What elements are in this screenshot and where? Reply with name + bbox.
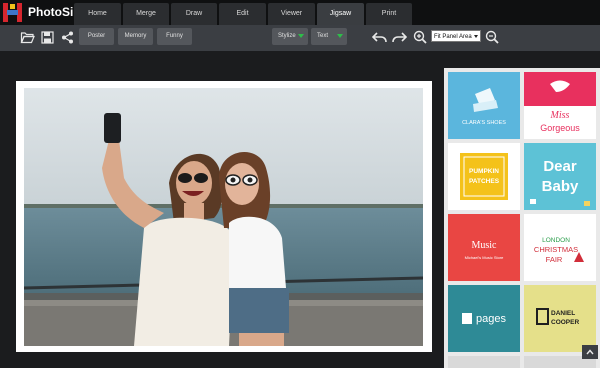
poster-button[interactable]: Poster [79, 28, 114, 45]
redo-icon[interactable] [390, 28, 408, 46]
undo-icon[interactable] [370, 28, 388, 46]
template-text: COOPER [551, 319, 579, 326]
tab-jigsaw[interactable]: Jigsaw [317, 3, 364, 25]
text-label: Text [317, 33, 329, 39]
template-thumbnail[interactable]: Music Michael's Music Store [448, 214, 520, 281]
template-thumbnail[interactable]: PUMPKIN PATCHES [448, 143, 520, 210]
template-text: Music [472, 240, 498, 251]
stylize-label: Stylize [278, 33, 296, 39]
tab-edit[interactable]: Edit [219, 3, 266, 25]
dropdown-arrow-icon [337, 34, 343, 38]
zoom-out-icon[interactable] [483, 28, 501, 46]
template-text: PUMPKIN [469, 168, 499, 175]
app-name: PhotoSir [28, 5, 78, 19]
template-thumbnail[interactable]: pages [448, 285, 520, 352]
app-logo [2, 2, 23, 23]
template-thumbnail[interactable]: Miss Gorgeous [524, 72, 596, 139]
dropdown-arrow-icon [298, 34, 304, 38]
scroll-up-button[interactable] [582, 345, 598, 359]
zoom-select-value: Fit Panel Area [434, 34, 472, 40]
template-thumbnail[interactable]: DANIEL COOPER [524, 285, 596, 352]
tab-viewer[interactable]: Viewer [268, 3, 315, 25]
canvas-photo[interactable] [24, 88, 423, 346]
tab-home[interactable]: Home [74, 3, 121, 25]
funny-button[interactable]: Funny [157, 28, 192, 45]
chevron-up-icon [586, 349, 594, 355]
template-text: Dear [543, 158, 577, 175]
folder-open-icon[interactable] [18, 28, 36, 46]
template-text: PATCHES [469, 178, 500, 185]
memory-button[interactable]: Memory [118, 28, 153, 45]
share-icon[interactable] [58, 28, 76, 46]
template-text: Michael's Music Store [465, 255, 505, 260]
tab-print[interactable]: Print [366, 3, 412, 25]
zoom-select[interactable]: Fit Panel Area [431, 30, 481, 42]
text-dropdown[interactable]: Text [311, 28, 347, 45]
floppy-disk-icon[interactable] [38, 28, 56, 46]
tab-merge[interactable]: Merge [123, 3, 169, 25]
template-text: Miss [550, 110, 570, 121]
template-text: LONDON [542, 237, 570, 244]
template-text: CLARA'S SHOES [462, 120, 506, 126]
zoom-in-icon[interactable] [411, 28, 429, 46]
template-text: CHRISTMAS [534, 245, 578, 254]
template-thumbnail[interactable]: Dear Baby [524, 143, 596, 210]
chevron-down-icon [474, 35, 478, 38]
template-text: FAIR [546, 255, 563, 264]
template-thumbnail[interactable]: CLARA'S SHOES [448, 72, 520, 139]
template-text: Baby [542, 178, 579, 195]
template-thumbnail[interactable]: LONDON CHRISTMAS FAIR [524, 214, 596, 281]
stylize-dropdown[interactable]: Stylize [272, 28, 308, 45]
tab-draw[interactable]: Draw [171, 3, 217, 25]
template-text: Gorgeous [540, 123, 580, 133]
template-text: pages [476, 313, 506, 325]
template-thumbnail[interactable] [448, 356, 520, 368]
template-panel: CLARA'S SHOES Miss Gorgeous PUMPKIN PATC… [444, 68, 600, 368]
template-text: DANIEL [551, 310, 575, 317]
